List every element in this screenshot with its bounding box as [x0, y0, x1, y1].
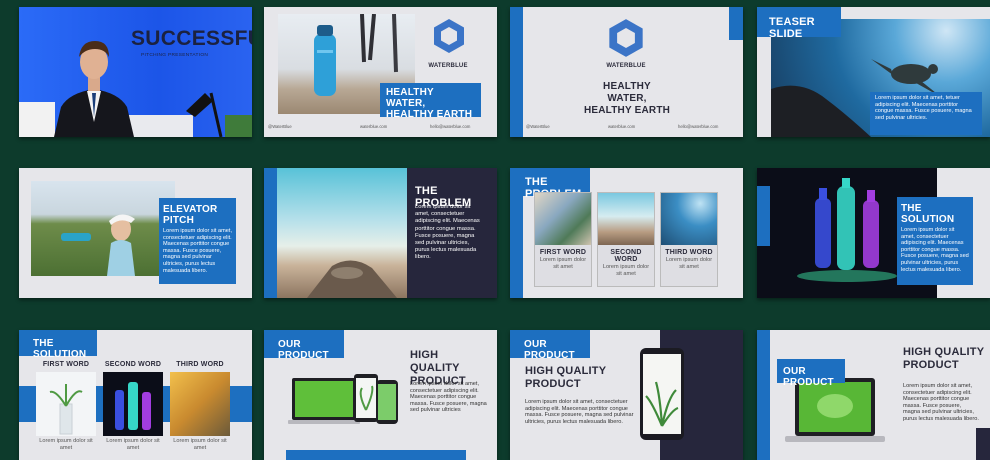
- slide-thumbnail-1[interactable]: SUCCESSFUL PITCHING PRESENTATION: [19, 7, 252, 137]
- plant-glass-photo: [36, 372, 96, 436]
- slide-thumbnail-10[interactable]: OUR PRODUCT HIGH QUALITY PRODUCT Lorem i…: [264, 330, 497, 460]
- navy-corner: [976, 428, 990, 460]
- card-title: THIRD WORD: [176, 361, 224, 368]
- slide-body: Lorem ipsum dolor sit amet, consectetuer…: [903, 383, 979, 422]
- slide-title: OUR PRODUCT: [783, 366, 834, 388]
- accent-bar-left: [757, 330, 770, 460]
- slide-title: SUCCESSFUL: [131, 27, 252, 50]
- title-box: OUR PRODUCT: [510, 330, 590, 361]
- slide-title: OUR PRODUCT: [278, 339, 329, 361]
- accent-bar-left: [264, 168, 277, 298]
- slide-thumbnail-grid: { "brand":{"name":"WATERBLUE","handle":"…: [0, 0, 990, 460]
- bottle-drink-photo: [170, 372, 230, 436]
- title-box: THE SOLUTION: [19, 330, 97, 360]
- slide-body: Lorem ipsum dolor sit amet, consectetuer…: [901, 227, 969, 273]
- card-title: SECOND WORD: [104, 361, 162, 368]
- slide-thumbnail-6[interactable]: THE PROBLEM Lorem ipsum dolor sit amet, …: [264, 168, 497, 298]
- brand-name: WATERBLUE: [606, 63, 646, 69]
- slide-thumbnail-2[interactable]: WATERBLUE HEALTHY WATER, HEALTHY EARTH @…: [264, 7, 497, 137]
- plastic-waste-photo: [535, 193, 591, 245]
- waterblue-logo-icon: [434, 19, 464, 53]
- brand-email: hello@waterblue.com: [430, 124, 471, 129]
- brand-handle: @WaterBlue: [268, 124, 292, 129]
- slide-thumbnail-9[interactable]: THE SOLUTION FIRST WORD SECOND WORD THIR…: [19, 330, 252, 460]
- slide-title: OUR PRODUCT: [524, 339, 575, 361]
- slide-title: HEALTHY WATER, HEALTHY EARTH: [583, 81, 671, 116]
- slide-body: Lorem ipsum dolor sit amet, consectetuer…: [525, 399, 634, 425]
- slide-subtitle: PITCHING PRESENTATION: [141, 53, 209, 58]
- slide-thumbnail-12[interactable]: OUR PRODUCT HIGH QUALITY PRODUCT Lorem i…: [757, 330, 990, 460]
- problem-card-2: SECOND WORD Lorem ipsum dolor sit amet: [597, 192, 655, 287]
- beach-waste-photo: [598, 193, 654, 245]
- slide-thumbnail-8[interactable]: THE SOLUTION Lorem ipsum dolor sit amet,…: [757, 168, 990, 298]
- title-box: HEALTHY WATER, HEALTHY EARTH: [380, 83, 481, 120]
- brand-handle: @WaterBlue: [526, 124, 550, 129]
- content-box: ELEVATOR PITCH Lorem ipsum dolor sit ame…: [159, 198, 236, 284]
- card-text: Lorem ipsum dolor sit amet: [602, 264, 650, 277]
- card-text: Lorem ipsum dolor sit amet: [39, 438, 93, 451]
- card-title: FIRST WORD: [42, 361, 90, 368]
- presenter-photo: [54, 41, 134, 137]
- accent-bar-left: [757, 186, 770, 246]
- card-text: Lorem ipsum dolor sit amet: [539, 257, 587, 270]
- slide-title: THE SOLUTION: [901, 203, 955, 225]
- waterblue-logo-icon: [609, 19, 643, 57]
- accent-bar-right: [729, 7, 743, 40]
- slide-title: TEASER SLIDE: [769, 16, 815, 40]
- slide-thumbnail-7[interactable]: THE PROBLEM FIRST WORD Lorem ipsum dolor…: [510, 168, 743, 298]
- brand-email: hello@waterblue.com: [678, 124, 719, 129]
- teaser-text: Lorem ipsum dolor sit amet, tetuer adipi…: [870, 92, 982, 135]
- slide-thumbnail-11[interactable]: OUR PRODUCT HIGH QUALITY PRODUCT Lorem i…: [510, 330, 743, 460]
- card-title: FIRST WORD: [539, 249, 587, 256]
- slide-body: Lorem ipsum dolor sit amet, consectetuer…: [410, 381, 487, 414]
- title-box: OUR PRODUCT: [264, 330, 344, 361]
- card-text: Lorem ipsum dolor sit amet: [106, 438, 160, 451]
- problem-card-3: THIRD WORD Lorem ipsum dolor sit amet: [660, 192, 718, 287]
- content-box: THE SOLUTION Lorem ipsum dolor sit amet,…: [897, 197, 973, 285]
- slide-title: ELEVATOR PITCH: [163, 204, 218, 226]
- lamp-photo: [186, 92, 223, 137]
- brand-name: WATERBLUE: [428, 63, 468, 69]
- slide-thumbnail-4[interactable]: TEASER SLIDE Lorem ipsum dolor sit amet,…: [757, 7, 990, 137]
- slide-thumbnail-5[interactable]: ELEVATOR PITCH Lorem ipsum dolor sit ame…: [19, 168, 252, 298]
- devices-mockup: [288, 374, 398, 424]
- slide-body: Lorem ipsum dolor sit amet, consectetuer…: [163, 228, 233, 274]
- section-heading: HIGH QUALITY PRODUCT: [525, 365, 607, 390]
- bottles-photo: [103, 372, 163, 436]
- card-title: SECOND WORD: [610, 249, 642, 263]
- polluted-beach-photo: [277, 168, 407, 298]
- accent-bar-left: [510, 7, 523, 137]
- slide-title: HEALTHY WATER, HEALTHY EARTH: [386, 87, 473, 120]
- turtle-photo: [661, 193, 717, 245]
- drinking-girl-photo: [31, 181, 175, 276]
- accent-bar-bottom: [286, 450, 466, 460]
- card-text: Lorem ipsum dolor sit amet: [173, 438, 227, 451]
- slide-body: Lorem ipsum dolor sit amet, consectetuer…: [415, 204, 480, 261]
- problem-card-1: FIRST WORD Lorem ipsum dolor sit amet: [534, 192, 592, 287]
- section-heading: HIGH QUALITY PRODUCT: [903, 346, 985, 371]
- plant-photo: [225, 115, 252, 137]
- title-box: OUR PRODUCT: [777, 359, 845, 388]
- slide-thumbnail-3[interactable]: WATERBLUE HEALTHY WATER, HEALTHY EARTH @…: [510, 7, 743, 137]
- card-text: Lorem ipsum dolor sit amet: [665, 257, 713, 270]
- card-title: THIRD WORD: [665, 249, 713, 256]
- brand-website: waterblue.com: [608, 124, 636, 129]
- phone-mockup: [640, 348, 684, 440]
- title-box: TEASER SLIDE: [757, 7, 841, 40]
- brand-website: waterblue.com: [360, 124, 388, 129]
